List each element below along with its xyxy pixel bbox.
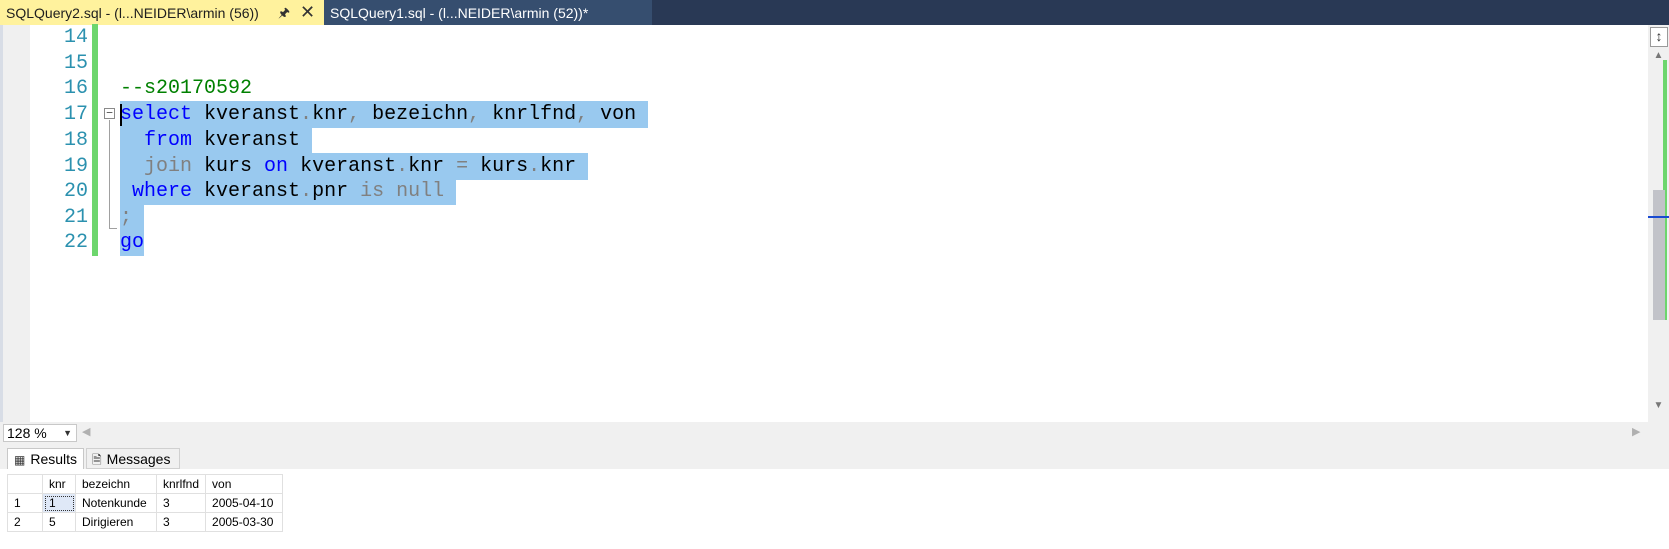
row-number-header xyxy=(7,474,43,494)
grid-cell[interactable]: Dirigieren xyxy=(75,512,157,532)
code-line: 14 xyxy=(0,24,1630,51)
row-number[interactable]: 2 xyxy=(7,512,43,532)
tab-sqlquery1[interactable]: SQLQuery1.sql - (l...NEIDER\armin (52))* xyxy=(324,0,652,25)
grid-cell[interactable]: 1 xyxy=(42,493,76,513)
change-marker xyxy=(92,101,98,128)
code-line: 18 from kveranst xyxy=(0,127,1630,154)
tab-sqlquery2[interactable]: SQLQuery2.sql - (l...NEIDER\armin (56)) … xyxy=(0,0,324,25)
zoom-select[interactable]: 128 % ▼ xyxy=(3,424,77,442)
sql-select-line: select kveranst.knr, bezeichn, knrlfnd, … xyxy=(120,101,649,128)
editor-horizontal-scrollbar[interactable] xyxy=(0,422,1669,443)
results-tab-strip xyxy=(0,443,1669,469)
line-number: 17 xyxy=(63,103,88,126)
code-line: 15 xyxy=(0,50,1630,77)
change-marker xyxy=(92,229,98,256)
scroll-left-icon[interactable]: ◀ xyxy=(82,425,90,438)
column-header[interactable]: knr xyxy=(42,474,76,494)
sql-comment: --s20170592 xyxy=(120,77,253,100)
change-marker xyxy=(92,178,98,205)
change-marker xyxy=(92,127,98,154)
line-number: 15 xyxy=(63,52,88,75)
line-number: 22 xyxy=(63,231,88,254)
sql-terminator-line: ; xyxy=(120,204,145,231)
tab-label: SQLQuery2.sql - (l...NEIDER\armin (56)) xyxy=(6,5,259,21)
grid-cell[interactable]: 2005-04-10 xyxy=(205,493,284,513)
change-marker xyxy=(92,50,98,77)
scroll-right-icon[interactable]: ▶ xyxy=(1632,425,1640,438)
grid-cell[interactable]: 3 xyxy=(155,512,207,532)
tab-messages[interactable]: 🗎 Messages xyxy=(86,448,180,469)
table-row[interactable]: 1 1 Notenkunde 3 2005-04-10 xyxy=(7,493,284,513)
code-line: 20 where kveranst.pnr is null xyxy=(0,178,1630,205)
column-header[interactable]: knrlfnd xyxy=(155,474,207,494)
line-number: 21 xyxy=(63,206,88,229)
sql-go-line: go xyxy=(120,229,145,256)
zoom-value: 128 % xyxy=(7,425,47,441)
code-line: 19 join kurs on kveranst.knr = kurs.knr xyxy=(0,153,1630,180)
close-icon[interactable]: ✕ xyxy=(300,0,315,25)
code-line: 22 go xyxy=(0,229,1630,256)
tab-results[interactable]: ▦ Results xyxy=(7,448,84,469)
caret-position-marker xyxy=(1648,216,1669,218)
change-marker xyxy=(92,24,98,51)
tab-label: SQLQuery1.sql - (l...NEIDER\armin (52))* xyxy=(330,5,589,21)
grid-cell[interactable]: 5 xyxy=(42,512,76,532)
grid-cell[interactable]: 3 xyxy=(155,493,207,513)
line-number: 16 xyxy=(63,77,88,100)
code-line: 16 --s20170592 xyxy=(0,75,1630,102)
column-header[interactable]: von xyxy=(205,474,284,494)
grid-cell[interactable]: Notenkunde xyxy=(75,493,157,513)
sql-from-line: from kveranst xyxy=(120,127,313,154)
line-number: 14 xyxy=(63,26,88,49)
results-grid[interactable]: knr bezeichn knrlfnd von 1 1 Notenkunde … xyxy=(7,474,284,532)
change-marker xyxy=(92,153,98,180)
tab-results-label: Results xyxy=(30,451,78,467)
scrollbar-thumb[interactable] xyxy=(1653,190,1665,320)
collapse-toggle-icon[interactable]: − xyxy=(104,107,115,119)
text-caret xyxy=(120,104,122,126)
sql-join-line: join kurs on kveranst.knr = kurs.knr xyxy=(120,153,589,180)
scroll-down-icon[interactable]: ▼ xyxy=(1650,400,1667,411)
split-view-icon[interactable]: ↕ xyxy=(1650,27,1668,47)
column-header[interactable]: bezeichn xyxy=(75,474,157,494)
table-row[interactable]: 2 5 Dirigieren 3 2005-03-30 xyxy=(7,512,284,532)
code-line: 21 ; xyxy=(0,204,1630,231)
messages-icon: 🗎 xyxy=(92,453,102,467)
tab-messages-label: Messages xyxy=(106,451,171,467)
grid-header-row: knr bezeichn knrlfnd von xyxy=(7,474,284,494)
change-marker xyxy=(92,75,98,102)
grid-cell[interactable]: 2005-03-30 xyxy=(205,512,284,532)
grid-icon: ▦ xyxy=(14,453,26,467)
line-number: 19 xyxy=(63,155,88,178)
row-number[interactable]: 1 xyxy=(7,493,43,513)
chevron-down-icon: ▼ xyxy=(63,428,72,438)
fold-guide xyxy=(109,120,110,228)
code-line: 17 − select kveranst.knr, bezeichn, knrl… xyxy=(0,101,1630,128)
line-number: 20 xyxy=(63,180,88,203)
pin-icon[interactable]: 🖈 xyxy=(278,0,290,26)
fold-guide-end xyxy=(109,228,117,229)
sql-where-line: where kveranst.pnr is null xyxy=(120,178,457,205)
change-marker xyxy=(92,204,98,231)
line-number: 18 xyxy=(63,129,88,152)
